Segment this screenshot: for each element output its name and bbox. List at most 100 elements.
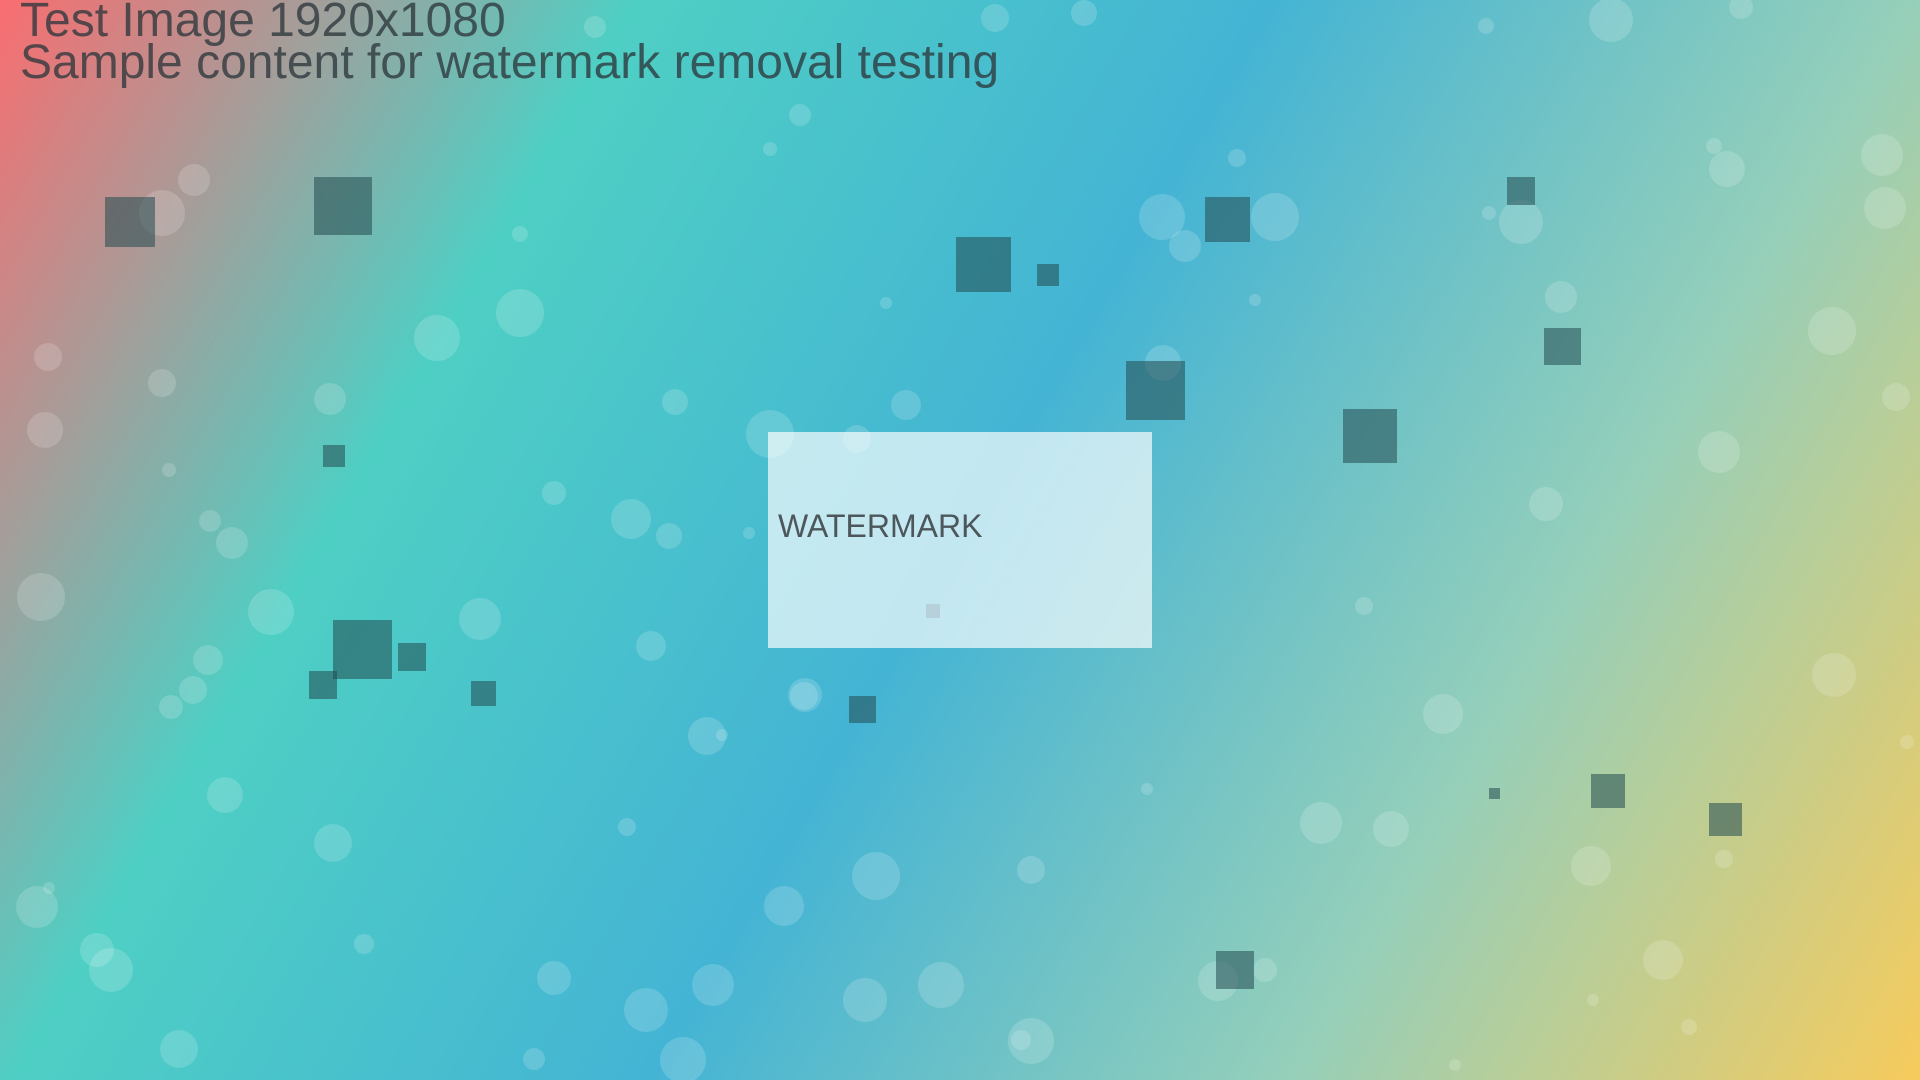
bubble-circle bbox=[1864, 187, 1906, 229]
bubble-circle bbox=[662, 389, 688, 415]
bubble-circle bbox=[1545, 281, 1577, 313]
square-shape bbox=[1591, 774, 1625, 808]
bubble-circle bbox=[1706, 138, 1722, 154]
bubble-circle bbox=[1139, 194, 1185, 240]
bubble-circle bbox=[162, 463, 176, 477]
square-shape bbox=[1544, 328, 1581, 365]
bubble-circle bbox=[1249, 294, 1261, 306]
bubble-circle bbox=[1812, 653, 1856, 697]
bubble-circle bbox=[852, 852, 900, 900]
bubble-circle bbox=[1008, 1018, 1054, 1064]
bubble-circle bbox=[1253, 958, 1277, 982]
bubble-circle bbox=[743, 527, 755, 539]
bubble-circle bbox=[1017, 856, 1045, 884]
bubble-circle bbox=[523, 1048, 545, 1070]
bubble-circle bbox=[1698, 431, 1740, 473]
bubble-circle bbox=[89, 948, 133, 992]
watermark-box: WATERMARK bbox=[768, 432, 1152, 648]
bubble-circle bbox=[1449, 1059, 1461, 1071]
bubble-circle bbox=[34, 343, 62, 371]
bubble-circle bbox=[542, 481, 566, 505]
bubble-circle bbox=[1478, 18, 1494, 34]
square-shape bbox=[1343, 409, 1397, 463]
bubble-circle bbox=[1300, 802, 1342, 844]
square-shape bbox=[471, 681, 496, 706]
bubble-circle bbox=[763, 142, 777, 156]
bubble-circle bbox=[216, 527, 248, 559]
bubble-circle bbox=[314, 383, 346, 415]
bubble-circle bbox=[764, 886, 804, 926]
bubble-circle bbox=[1141, 783, 1153, 795]
square-shape bbox=[309, 671, 337, 699]
bubble-circle bbox=[1529, 487, 1563, 521]
bubble-circle bbox=[1900, 735, 1914, 749]
bubble-circle bbox=[248, 589, 294, 635]
image-subtitle: Sample content for watermark removal tes… bbox=[20, 36, 1000, 89]
bubble-circle bbox=[1589, 0, 1633, 42]
bubble-circle bbox=[179, 676, 207, 704]
bubble-circle bbox=[611, 499, 651, 539]
bubble-circle bbox=[354, 934, 374, 954]
bubble-circle bbox=[624, 988, 668, 1032]
bubble-circle bbox=[918, 962, 964, 1008]
bubble-circle bbox=[618, 818, 636, 836]
square-shape bbox=[323, 445, 345, 467]
bubble-circle bbox=[880, 297, 892, 309]
bubble-circle bbox=[496, 289, 544, 337]
bubble-circle bbox=[414, 315, 460, 361]
square-shape bbox=[333, 620, 392, 679]
bubble-circle bbox=[1587, 994, 1599, 1006]
square-shape bbox=[849, 696, 876, 723]
bubble-circle bbox=[193, 645, 223, 675]
bubble-circle bbox=[1251, 193, 1299, 241]
bubble-circle bbox=[692, 964, 734, 1006]
bubble-circle bbox=[1709, 151, 1745, 187]
bubble-circle bbox=[1715, 850, 1733, 868]
bubble-circle bbox=[1228, 149, 1246, 167]
bubble-circle bbox=[660, 1037, 706, 1080]
square-shape bbox=[1709, 803, 1742, 836]
header: Test Image 1920x1080 Sample content for … bbox=[20, 0, 1000, 89]
bubble-circle bbox=[1808, 307, 1856, 355]
bubble-circle bbox=[314, 824, 352, 862]
bubble-circle bbox=[1071, 0, 1097, 26]
bubble-circle bbox=[459, 598, 501, 640]
bubble-circle bbox=[1729, 0, 1753, 19]
bubble-circle bbox=[148, 369, 176, 397]
bubble-circle bbox=[160, 1030, 198, 1068]
test-image-canvas: Test Image 1920x1080 Sample content for … bbox=[0, 0, 1920, 1080]
bubble-circle bbox=[1482, 206, 1496, 220]
bubble-circle bbox=[1861, 134, 1903, 176]
bubble-circle bbox=[789, 104, 811, 126]
bubble-circle bbox=[1882, 383, 1910, 411]
watermark-dot bbox=[926, 604, 940, 618]
bubble-circle bbox=[1423, 694, 1463, 734]
square-shape bbox=[1489, 788, 1500, 799]
bubble-circle bbox=[512, 226, 528, 242]
bubble-circle bbox=[207, 777, 243, 813]
bubble-circle bbox=[1373, 811, 1409, 847]
watermark-label: WATERMARK bbox=[778, 508, 983, 544]
bubble-circle bbox=[27, 412, 63, 448]
bubble-circle bbox=[1681, 1019, 1697, 1035]
bubble-circle bbox=[17, 573, 65, 621]
square-shape bbox=[105, 197, 155, 247]
bubble-circle bbox=[1499, 200, 1543, 244]
square-shape bbox=[398, 643, 426, 671]
bubble-circle bbox=[891, 390, 921, 420]
bubble-circle bbox=[1571, 846, 1611, 886]
bubble-circle bbox=[199, 510, 221, 532]
bubble-circle bbox=[843, 978, 887, 1022]
square-shape bbox=[1507, 177, 1535, 205]
bubble-circle bbox=[636, 631, 666, 661]
square-shape bbox=[1126, 361, 1185, 420]
square-shape bbox=[1037, 264, 1059, 286]
bubble-circle bbox=[159, 695, 183, 719]
bubble-circle bbox=[790, 682, 818, 710]
square-shape bbox=[1205, 197, 1250, 242]
bubble-circle bbox=[43, 882, 55, 894]
bubble-circle bbox=[1355, 597, 1373, 615]
bubble-circle bbox=[1643, 940, 1683, 980]
square-shape bbox=[1216, 951, 1254, 989]
square-shape bbox=[314, 177, 372, 235]
